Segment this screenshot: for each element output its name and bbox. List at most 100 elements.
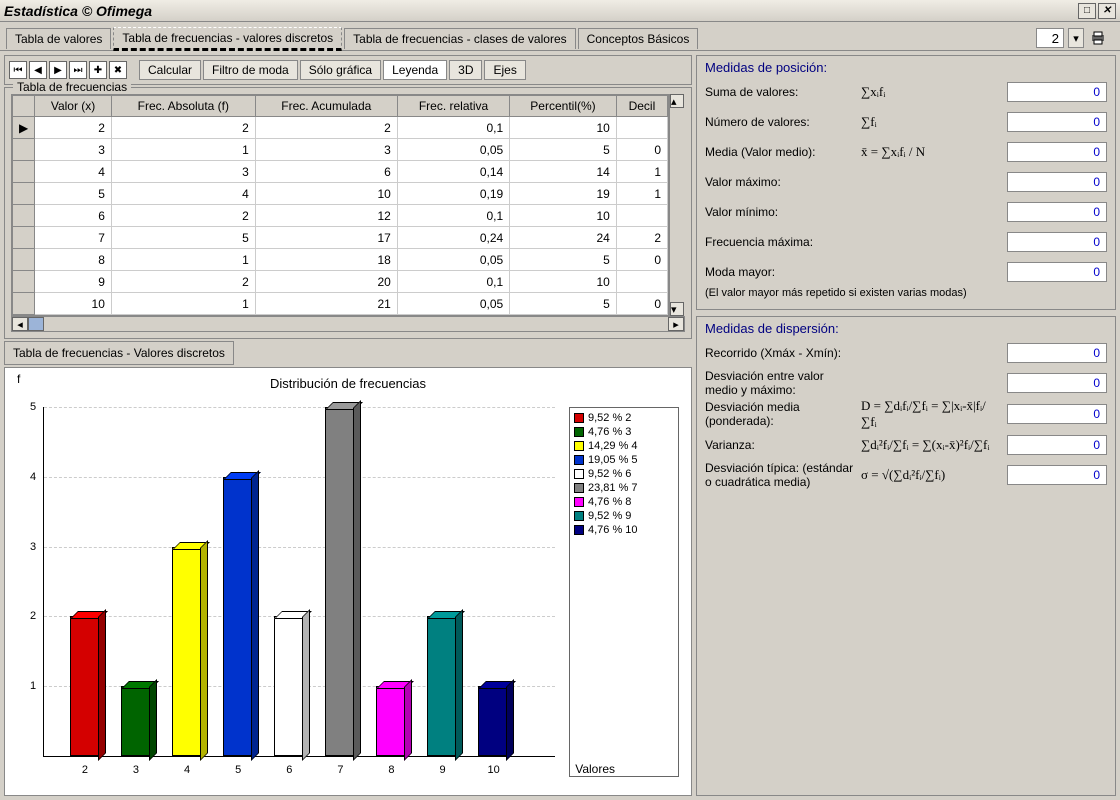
table-cell[interactable]: 20 bbox=[255, 271, 397, 293]
table-cell[interactable]: 10 bbox=[510, 271, 617, 293]
vertical-scrollbar[interactable]: ▴ ▾ bbox=[669, 94, 685, 316]
zoom-dropdown[interactable]: ▾ bbox=[1068, 28, 1084, 48]
filtro-moda-button[interactable]: Filtro de moda bbox=[203, 60, 298, 80]
table-cell[interactable]: 1 bbox=[616, 183, 667, 205]
table-cell[interactable]: 0 bbox=[616, 293, 667, 315]
table-cell[interactable]: 0,05 bbox=[397, 249, 509, 271]
ejes-tab[interactable]: Ejes bbox=[484, 60, 525, 80]
table-cell[interactable]: 0,05 bbox=[397, 293, 509, 315]
table-cell[interactable]: 2 bbox=[111, 205, 255, 227]
tab-conceptos-basicos[interactable]: Conceptos Básicos bbox=[578, 28, 699, 49]
table-cell[interactable]: 18 bbox=[255, 249, 397, 271]
table-cell[interactable]: 14 bbox=[510, 161, 617, 183]
table-cell[interactable]: 0,1 bbox=[397, 271, 509, 293]
delete-icon[interactable]: ✖ bbox=[109, 61, 127, 79]
tab-frecuencias-clases[interactable]: Tabla de frecuencias - clases de valores bbox=[344, 28, 575, 49]
table-cell[interactable]: 2 bbox=[111, 271, 255, 293]
table-cell[interactable]: 10 bbox=[510, 205, 617, 227]
table-cell[interactable]: 5 bbox=[35, 183, 112, 205]
row-selector[interactable]: ▶ bbox=[13, 117, 35, 139]
nav-prev-icon[interactable]: ◀ bbox=[29, 61, 47, 79]
table-header[interactable]: Percentil(%) bbox=[510, 96, 617, 117]
table-cell[interactable] bbox=[616, 205, 667, 227]
nav-next-icon[interactable]: ▶ bbox=[49, 61, 67, 79]
table-cell[interactable]: 5 bbox=[510, 249, 617, 271]
zoom-input[interactable] bbox=[1036, 28, 1064, 48]
table-cell[interactable]: 0,05 bbox=[397, 139, 509, 161]
table-cell[interactable]: 6 bbox=[35, 205, 112, 227]
table-cell[interactable]: 1 bbox=[111, 249, 255, 271]
close-button[interactable]: ✕ bbox=[1098, 3, 1116, 19]
table-header[interactable]: Frec. Absoluta (f) bbox=[111, 96, 255, 117]
table-cell[interactable]: 0,1 bbox=[397, 117, 509, 139]
scroll-right-icon[interactable]: ▸ bbox=[668, 317, 684, 331]
stat-formula: ∑xᵢfᵢ bbox=[861, 84, 1001, 100]
nav-last-icon[interactable]: ⏭ bbox=[69, 61, 87, 79]
table-cell[interactable]: 2 bbox=[616, 227, 667, 249]
table-cell[interactable]: 2 bbox=[35, 117, 112, 139]
table-cell[interactable]: 0 bbox=[616, 249, 667, 271]
table-cell[interactable]: 19 bbox=[510, 183, 617, 205]
stat-value: 0 bbox=[1007, 112, 1107, 132]
3d-tab[interactable]: 3D bbox=[449, 60, 482, 80]
table-cell[interactable]: 0,14 bbox=[397, 161, 509, 183]
table-cell[interactable]: 10 bbox=[510, 117, 617, 139]
table-cell[interactable]: 5 bbox=[510, 293, 617, 315]
nav-first-icon[interactable]: ⏮ bbox=[9, 61, 27, 79]
table-header[interactable]: Frec. Acumulada bbox=[255, 96, 397, 117]
row-selector[interactable] bbox=[13, 161, 35, 183]
table-cell[interactable] bbox=[616, 117, 667, 139]
table-cell[interactable]: 0 bbox=[616, 139, 667, 161]
table-cell[interactable] bbox=[616, 271, 667, 293]
table-cell[interactable]: 2 bbox=[111, 117, 255, 139]
row-selector[interactable] bbox=[13, 205, 35, 227]
table-cell[interactable]: 10 bbox=[255, 183, 397, 205]
table-cell[interactable]: 3 bbox=[255, 139, 397, 161]
table-cell[interactable]: 9 bbox=[35, 271, 112, 293]
posicion-row: Valor mínimo:0 bbox=[705, 197, 1107, 227]
table-cell[interactable]: 6 bbox=[255, 161, 397, 183]
table-header[interactable]: Frec. relativa bbox=[397, 96, 509, 117]
row-selector[interactable] bbox=[13, 249, 35, 271]
horizontal-scrollbar[interactable]: ◂ ▸ bbox=[11, 316, 685, 332]
table-cell[interactable]: 12 bbox=[255, 205, 397, 227]
table-cell[interactable]: 0,1 bbox=[397, 205, 509, 227]
table-cell[interactable]: 1 bbox=[111, 139, 255, 161]
frequency-table[interactable]: Valor (x)Frec. Absoluta (f)Frec. Acumula… bbox=[12, 95, 668, 315]
add-icon[interactable]: ✚ bbox=[89, 61, 107, 79]
footer-tab[interactable]: Tabla de frecuencias - Valores discretos bbox=[4, 341, 234, 365]
print-icon[interactable] bbox=[1088, 28, 1108, 48]
table-cell[interactable]: 3 bbox=[111, 161, 255, 183]
tab-frecuencias-discretos[interactable]: Tabla de frecuencias - valores discretos bbox=[113, 27, 342, 51]
table-cell[interactable]: 5 bbox=[510, 139, 617, 161]
leyenda-tab[interactable]: Leyenda bbox=[383, 60, 447, 80]
row-selector[interactable] bbox=[13, 227, 35, 249]
window-title: Estadística © Ofimega bbox=[4, 3, 152, 19]
table-cell[interactable]: 2 bbox=[255, 117, 397, 139]
row-selector[interactable] bbox=[13, 183, 35, 205]
row-selector[interactable] bbox=[13, 293, 35, 315]
table-cell[interactable]: 1 bbox=[111, 293, 255, 315]
table-cell[interactable]: 4 bbox=[111, 183, 255, 205]
table-cell[interactable]: 0,24 bbox=[397, 227, 509, 249]
table-header[interactable]: Valor (x) bbox=[35, 96, 112, 117]
row-selector[interactable] bbox=[13, 139, 35, 161]
table-cell[interactable]: 4 bbox=[35, 161, 112, 183]
table-cell[interactable]: 8 bbox=[35, 249, 112, 271]
table-cell[interactable]: 21 bbox=[255, 293, 397, 315]
scroll-left-icon[interactable]: ◂ bbox=[12, 317, 28, 331]
maximize-button[interactable]: □ bbox=[1078, 3, 1096, 19]
table-cell[interactable]: 0,19 bbox=[397, 183, 509, 205]
table-cell[interactable]: 17 bbox=[255, 227, 397, 249]
table-cell[interactable]: 7 bbox=[35, 227, 112, 249]
row-selector[interactable] bbox=[13, 271, 35, 293]
table-cell[interactable]: 1 bbox=[616, 161, 667, 183]
calcular-button[interactable]: Calcular bbox=[139, 60, 201, 80]
table-cell[interactable]: 10 bbox=[35, 293, 112, 315]
tab-tabla-valores[interactable]: Tabla de valores bbox=[6, 28, 111, 49]
table-header[interactable]: Decil bbox=[616, 96, 667, 117]
table-cell[interactable]: 5 bbox=[111, 227, 255, 249]
table-cell[interactable]: 3 bbox=[35, 139, 112, 161]
table-cell[interactable]: 24 bbox=[510, 227, 617, 249]
solo-grafica-button[interactable]: Sólo gráfica bbox=[300, 60, 381, 80]
